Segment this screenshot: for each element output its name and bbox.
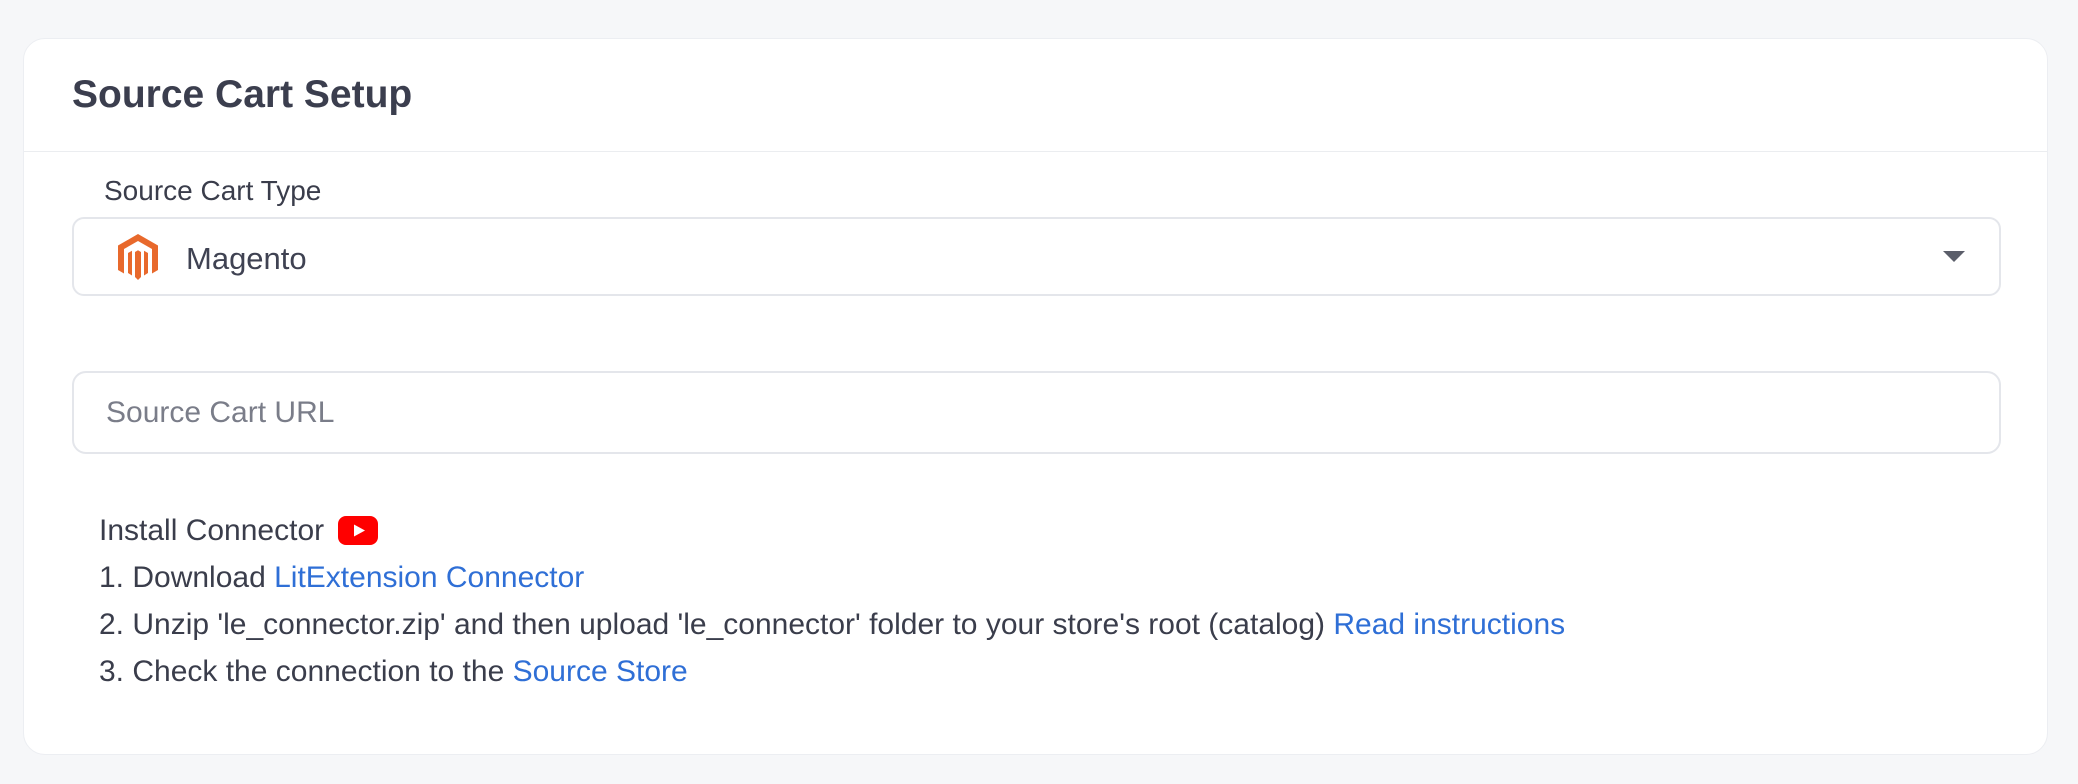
install-step-text: 1. Download bbox=[99, 561, 275, 594]
magento-logo-icon bbox=[118, 234, 158, 280]
page-title: Source Cart Setup bbox=[72, 73, 413, 116]
source-cart-type-select[interactable]: Magento bbox=[72, 217, 2001, 296]
install-connector-title: Install Connector bbox=[99, 514, 325, 547]
install-step-3: 3. Check the connection to the Source St… bbox=[99, 648, 1565, 695]
card-header: Source Cart Setup bbox=[24, 39, 2047, 152]
source-cart-url-input[interactable] bbox=[72, 371, 2001, 454]
litextension-connector-link[interactable]: LitExtension Connector bbox=[274, 561, 584, 594]
install-step-text: 3. Check the connection to the bbox=[99, 655, 513, 688]
source-cart-type-label: Source Cart Type bbox=[104, 175, 322, 206]
source-store-link[interactable]: Source Store bbox=[513, 655, 688, 688]
install-connector-heading: Install Connector bbox=[99, 507, 1565, 554]
youtube-icon[interactable] bbox=[338, 516, 379, 545]
source-cart-setup-card: Source Cart Setup Source Cart Type Magen… bbox=[23, 38, 2048, 755]
selected-cart-type: Magento bbox=[186, 241, 307, 276]
install-step-text: 2. Unzip 'le_connector.zip' and then upl… bbox=[99, 608, 1334, 641]
read-instructions-link[interactable]: Read instructions bbox=[1333, 608, 1565, 641]
install-step-1: 1. Download LitExtension Connector bbox=[99, 554, 1565, 601]
install-connector-section: Install Connector 1. Download LitExtensi… bbox=[99, 507, 1565, 695]
install-step-2: 2. Unzip 'le_connector.zip' and then upl… bbox=[99, 601, 1565, 648]
chevron-down-icon bbox=[1943, 251, 1965, 262]
